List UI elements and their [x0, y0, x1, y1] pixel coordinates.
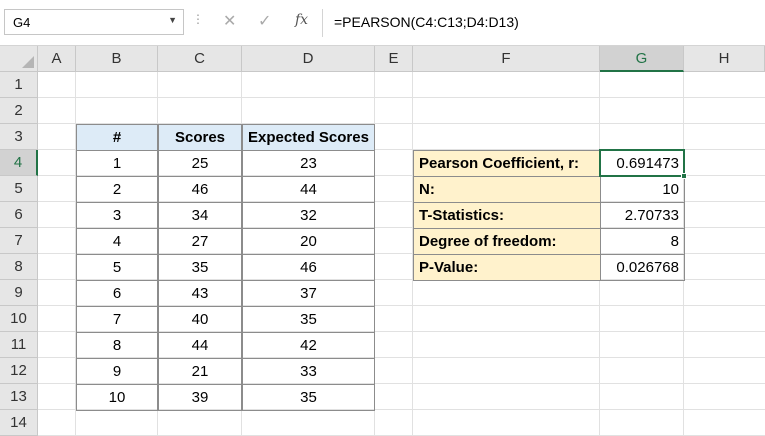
table-cell-row-number[interactable]: 8: [76, 332, 158, 359]
stat-value[interactable]: 8: [600, 228, 685, 255]
table-cell-expected-score[interactable]: 20: [242, 228, 375, 255]
table-cell-score[interactable]: 21: [158, 358, 242, 385]
table-cell-score[interactable]: 44: [158, 332, 242, 359]
table-cell-expected-score[interactable]: 37: [242, 280, 375, 307]
row-header-9[interactable]: 9: [0, 280, 38, 306]
select-all-triangle-icon: [22, 56, 34, 68]
stat-label[interactable]: Degree of freedom:: [413, 228, 601, 255]
table-cell-row-number[interactable]: 9: [76, 358, 158, 385]
formula-bar-divider: [322, 9, 323, 37]
table-cell-row-number[interactable]: 3: [76, 202, 158, 229]
table-cell-score[interactable]: 46: [158, 176, 242, 203]
row-header-8[interactable]: 8: [0, 254, 38, 280]
fill-handle[interactable]: [681, 173, 687, 179]
table-header-row-number[interactable]: #: [76, 124, 158, 151]
row-header-5[interactable]: 5: [0, 176, 38, 202]
stat-label[interactable]: Pearson Coefficient, r:: [413, 150, 601, 177]
column-header-e[interactable]: E: [375, 46, 413, 72]
column-header-d[interactable]: D: [242, 46, 375, 72]
row-header-11[interactable]: 11: [0, 332, 38, 358]
row-header-14[interactable]: 14: [0, 410, 38, 436]
name-box-value: G4: [13, 15, 31, 30]
table-cell-score[interactable]: 43: [158, 280, 242, 307]
table-cell-score[interactable]: 35: [158, 254, 242, 281]
row-header-10[interactable]: 10: [0, 306, 38, 332]
column-header-b[interactable]: B: [76, 46, 158, 72]
row-header-7[interactable]: 7: [0, 228, 38, 254]
name-box[interactable]: G4 ▼: [4, 9, 184, 35]
table-cell-expected-score[interactable]: 35: [242, 384, 375, 411]
stat-value[interactable]: 0.026768: [600, 254, 685, 281]
table-cell-expected-score[interactable]: 23: [242, 150, 375, 177]
row-header-1[interactable]: 1: [0, 72, 38, 98]
table-cell-score[interactable]: 27: [158, 228, 242, 255]
table-cell-score[interactable]: 34: [158, 202, 242, 229]
table-cell-expected-score[interactable]: 35: [242, 306, 375, 333]
table-cell-row-number[interactable]: 5: [76, 254, 158, 281]
active-cell-selection[interactable]: [599, 149, 687, 179]
column-header-g[interactable]: G: [600, 46, 684, 72]
table-header-score[interactable]: Scores: [158, 124, 242, 151]
table-cell-row-number[interactable]: 10: [76, 384, 158, 411]
table-cell-row-number[interactable]: 1: [76, 150, 158, 177]
table-cell-score[interactable]: 39: [158, 384, 242, 411]
row-header-3[interactable]: 3: [0, 124, 38, 150]
table-header-expected-score[interactable]: Expected Scores: [242, 124, 375, 151]
row-header-12[interactable]: 12: [0, 358, 38, 384]
table-cell-expected-score[interactable]: 33: [242, 358, 375, 385]
table-cell-expected-score[interactable]: 46: [242, 254, 375, 281]
stat-value[interactable]: 10: [600, 176, 685, 203]
table-cell-expected-score[interactable]: 44: [242, 176, 375, 203]
drag-handle-icon[interactable]: ⋮: [192, 12, 204, 26]
table-cell-row-number[interactable]: 7: [76, 306, 158, 333]
table-cell-score[interactable]: 25: [158, 150, 242, 177]
formula-input[interactable]: =PEARSON(C4:C13;D4:D13): [334, 14, 519, 30]
table-cell-score[interactable]: 40: [158, 306, 242, 333]
insert-function-icon[interactable]: fx: [295, 12, 308, 28]
column-header-h[interactable]: H: [684, 46, 765, 72]
row-header-4[interactable]: 4: [0, 150, 38, 176]
row-header-13[interactable]: 13: [0, 384, 38, 410]
select-all-button[interactable]: [0, 46, 38, 72]
table-cell-row-number[interactable]: 4: [76, 228, 158, 255]
row-header-6[interactable]: 6: [0, 202, 38, 228]
table-cell-row-number[interactable]: 6: [76, 280, 158, 307]
column-header-c[interactable]: C: [158, 46, 242, 72]
stat-label[interactable]: P-Value:: [413, 254, 601, 281]
table-cell-expected-score[interactable]: 42: [242, 332, 375, 359]
cancel-icon[interactable]: ✕: [223, 11, 236, 31]
stat-label[interactable]: T-Statistics:: [413, 202, 601, 229]
row-header-2[interactable]: 2: [0, 98, 38, 124]
table-cell-expected-score[interactable]: 32: [242, 202, 375, 229]
stat-value[interactable]: 2.70733: [600, 202, 685, 229]
stat-label[interactable]: N:: [413, 176, 601, 203]
enter-icon[interactable]: ✓: [258, 11, 271, 31]
column-header-a[interactable]: A: [38, 46, 76, 72]
chevron-down-icon[interactable]: ▼: [168, 15, 177, 25]
table-cell-row-number[interactable]: 2: [76, 176, 158, 203]
column-header-f[interactable]: F: [413, 46, 600, 72]
formula-bar: G4 ▼ ⋮ ✕ ✓ fx =PEARSON(C4:C13;D4:D13): [0, 0, 765, 46]
